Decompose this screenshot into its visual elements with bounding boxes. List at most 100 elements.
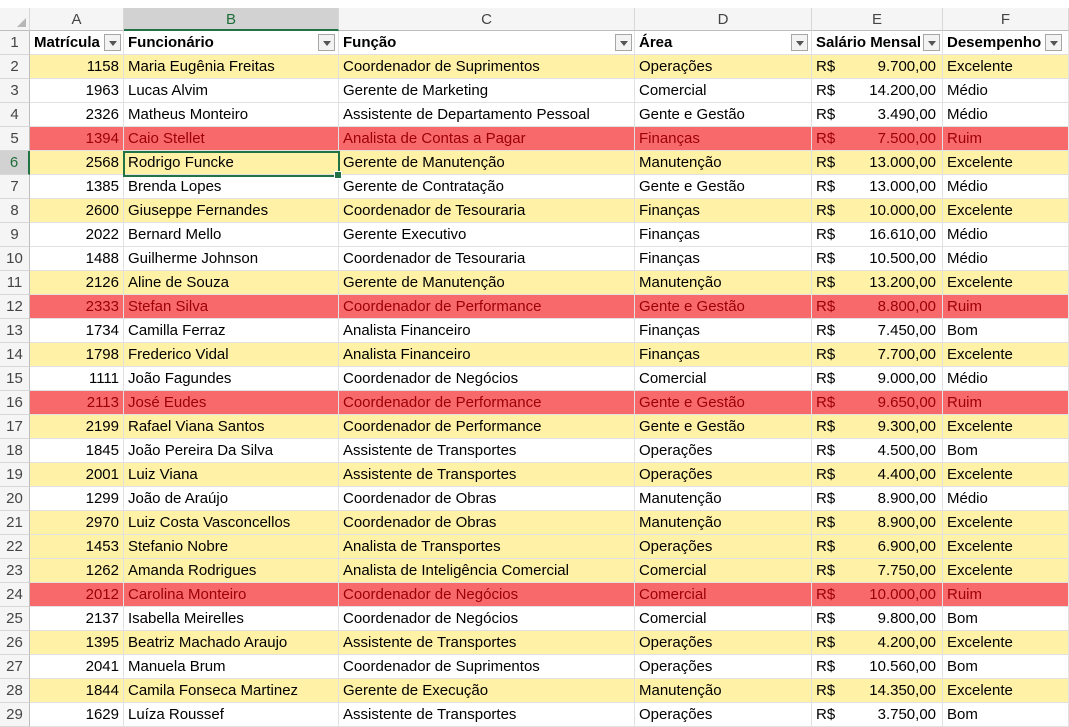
cell-funcao[interactable]: Assistente de Departamento Pessoal (339, 103, 635, 127)
cell-funcao[interactable]: Coordenador de Performance (339, 415, 635, 439)
cell-area[interactable]: Manutenção (635, 151, 812, 175)
cell-area[interactable]: Finanças (635, 343, 812, 367)
cell-matricula[interactable]: 1798 (30, 343, 124, 367)
column-header-c[interactable]: C (339, 8, 635, 31)
cell-matricula[interactable]: 1845 (30, 439, 124, 463)
cell-matricula[interactable]: 1963 (30, 79, 124, 103)
cell-salario[interactable]: R$ 3.750,00 (812, 703, 943, 727)
cell-matricula[interactable]: 1299 (30, 487, 124, 511)
cell-funcao[interactable]: Assistente de Transportes (339, 439, 635, 463)
cell-funcao[interactable]: Assistente de Transportes (339, 463, 635, 487)
cell-salario[interactable]: R$ 13.000,00 (812, 175, 943, 199)
cell-funcionario[interactable]: José Eudes (124, 391, 339, 415)
cell-matricula[interactable]: 1844 (30, 679, 124, 703)
cell-desempenho[interactable]: Médio (943, 367, 1069, 391)
row-number[interactable]: 17 (0, 415, 30, 439)
cell-matricula[interactable]: 1395 (30, 631, 124, 655)
row-number[interactable]: 29 (0, 703, 30, 727)
cell-matricula[interactable]: 2970 (30, 511, 124, 535)
cell-area[interactable]: Finanças (635, 319, 812, 343)
cell-funcao[interactable]: Gerente de Marketing (339, 79, 635, 103)
cell-area[interactable]: Gente e Gestão (635, 103, 812, 127)
cell-matricula[interactable]: 2600 (30, 199, 124, 223)
cell-desempenho[interactable]: Excelente (943, 535, 1069, 559)
cell-funcao[interactable]: Coordenador de Suprimentos (339, 655, 635, 679)
cell-matricula[interactable]: 1488 (30, 247, 124, 271)
cell-desempenho[interactable]: Excelente (943, 151, 1069, 175)
cell-area[interactable]: Operações (635, 55, 812, 79)
cell-funcao[interactable]: Gerente de Manutenção (339, 271, 635, 295)
cell-desempenho[interactable]: Médio (943, 487, 1069, 511)
cell-desempenho[interactable]: Bom (943, 319, 1069, 343)
cell-desempenho[interactable]: Excelente (943, 679, 1069, 703)
filter-dropdown-icon[interactable] (615, 34, 632, 51)
column-header-d[interactable]: D (635, 8, 812, 31)
row-number[interactable]: 28 (0, 679, 30, 703)
cell-salario[interactable]: R$ 7.450,00 (812, 319, 943, 343)
cell-funcionario[interactable]: Rafael Viana Santos (124, 415, 339, 439)
cell-salario[interactable]: R$ 9.700,00 (812, 55, 943, 79)
cell-funcionario[interactable]: João de Araújo (124, 487, 339, 511)
row-number[interactable]: 20 (0, 487, 30, 511)
cell-area[interactable]: Manutenção (635, 487, 812, 511)
cell-funcao[interactable]: Coordenador de Performance (339, 391, 635, 415)
cell-funcao[interactable]: Coordenador de Tesouraria (339, 247, 635, 271)
cell-area[interactable]: Operações (635, 439, 812, 463)
row-number[interactable]: 23 (0, 559, 30, 583)
row-number[interactable]: 21 (0, 511, 30, 535)
row-number[interactable]: 7 (0, 175, 30, 199)
row-number[interactable]: 25 (0, 607, 30, 631)
cell-area[interactable]: Finanças (635, 247, 812, 271)
cell-matricula[interactable]: 2001 (30, 463, 124, 487)
cell-area[interactable]: Operações (635, 703, 812, 727)
cell-funcao[interactable]: Analista de Contas a Pagar (339, 127, 635, 151)
row-number[interactable]: 11 (0, 271, 30, 295)
cell-area[interactable]: Manutenção (635, 511, 812, 535)
cell-desempenho[interactable]: Médio (943, 223, 1069, 247)
cell-funcionario[interactable]: Luíza Roussef (124, 703, 339, 727)
cell-matricula[interactable]: 2326 (30, 103, 124, 127)
cell-matricula[interactable]: 2137 (30, 607, 124, 631)
cell-funcao[interactable]: Analista Financeiro (339, 343, 635, 367)
cell-funcionario[interactable]: Bernard Mello (124, 223, 339, 247)
cell-matricula[interactable]: 1158 (30, 55, 124, 79)
row-number[interactable]: 24 (0, 583, 30, 607)
cell-funcionario[interactable]: Frederico Vidal (124, 343, 339, 367)
cell-funcionario[interactable]: Giuseppe Fernandes (124, 199, 339, 223)
filter-dropdown-icon[interactable] (791, 34, 808, 51)
cell-funcao[interactable]: Assistente de Transportes (339, 703, 635, 727)
cell-salario[interactable]: R$ 4.400,00 (812, 463, 943, 487)
cell-salario[interactable]: R$ 4.500,00 (812, 439, 943, 463)
cell-salario[interactable]: R$ 13.200,00 (812, 271, 943, 295)
cell-desempenho[interactable]: Médio (943, 175, 1069, 199)
cell-matricula[interactable]: 2113 (30, 391, 124, 415)
cell-salario[interactable]: R$ 13.000,00 (812, 151, 943, 175)
row-number[interactable]: 12 (0, 295, 30, 319)
cell-funcionario[interactable]: Camila Fonseca Martinez (124, 679, 339, 703)
cell-funcionario[interactable]: Aline de Souza (124, 271, 339, 295)
row-number[interactable]: 3 (0, 79, 30, 103)
cell-salario[interactable]: R$ 4.200,00 (812, 631, 943, 655)
cell-salario[interactable]: R$ 9.800,00 (812, 607, 943, 631)
cell-funcionario[interactable]: Carolina Monteiro (124, 583, 339, 607)
cell-desempenho[interactable]: Excelente (943, 511, 1069, 535)
row-number[interactable]: 8 (0, 199, 30, 223)
header-funcao[interactable]: Função (339, 31, 635, 55)
cell-desempenho[interactable]: Excelente (943, 559, 1069, 583)
cell-funcao[interactable]: Coordenador de Obras (339, 511, 635, 535)
cell-funcionario[interactable]: Isabella Meirelles (124, 607, 339, 631)
filter-dropdown-icon[interactable] (1045, 34, 1062, 51)
cell-area[interactable]: Finanças (635, 127, 812, 151)
cell-funcionario[interactable]: Maria Eugênia Freitas (124, 55, 339, 79)
row-number[interactable]: 16 (0, 391, 30, 415)
row-number[interactable]: 1 (0, 31, 30, 55)
cell-salario[interactable]: R$ 10.560,00 (812, 655, 943, 679)
row-number[interactable]: 14 (0, 343, 30, 367)
row-number[interactable]: 22 (0, 535, 30, 559)
cell-funcionario[interactable]: Camilla Ferraz (124, 319, 339, 343)
row-number[interactable]: 27 (0, 655, 30, 679)
cell-desempenho[interactable]: Ruim (943, 295, 1069, 319)
cell-desempenho[interactable]: Bom (943, 703, 1069, 727)
row-number[interactable]: 13 (0, 319, 30, 343)
cell-matricula[interactable]: 2568 (30, 151, 124, 175)
